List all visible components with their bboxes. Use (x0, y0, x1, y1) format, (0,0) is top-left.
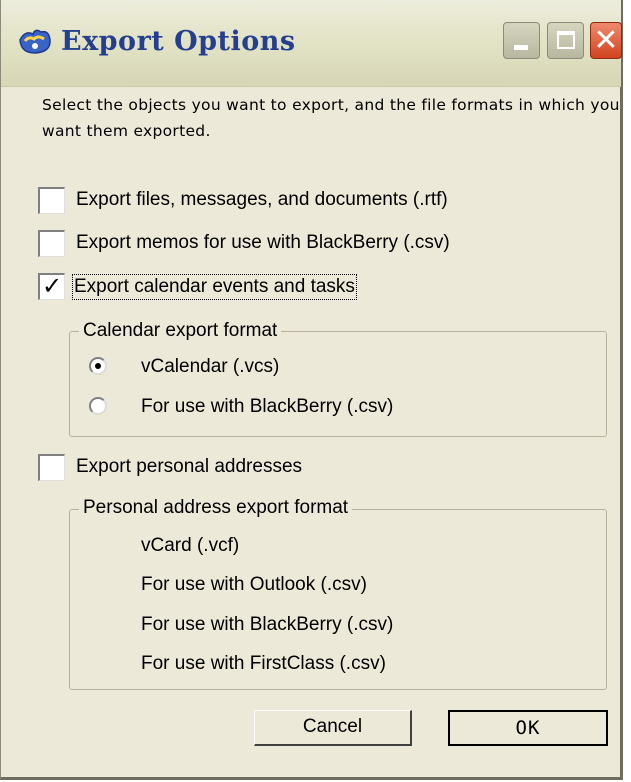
app-icon (19, 29, 51, 54)
address-format-legend: Personal address export format (79, 497, 353, 519)
export-calendar-label[interactable]: Export calendar events and tasks (72, 274, 357, 300)
calendar-blackberry-radio[interactable] (89, 397, 107, 415)
close-button[interactable]: ✕ (590, 22, 622, 59)
minimize-icon (514, 45, 528, 50)
title-bar[interactable]: Export Options ✕ (1, 0, 622, 87)
maximize-icon (557, 31, 575, 49)
address-blackberry-option: For use with BlackBerry (.csv) (141, 614, 394, 635)
export-memos-checkbox[interactable] (38, 230, 65, 257)
vcalendar-radio[interactable] (89, 357, 107, 375)
export-files-label[interactable]: Export files, messages, and documents (.… (76, 189, 448, 211)
vcalendar-label[interactable]: vCalendar (.vcs) (141, 356, 279, 378)
export-options-dialog: Export Options ✕ Select the objects you … (0, 0, 623, 780)
ok-button-label: OK (515, 717, 541, 739)
export-addresses-label[interactable]: Export personal addresses (76, 456, 302, 478)
export-calendar-checkbox[interactable]: ✓ (38, 272, 65, 300)
checkmark-icon: ✓ (42, 272, 63, 300)
radio-selected-dot (95, 363, 101, 369)
outlook-option: For use with Outlook (.csv) (141, 574, 367, 595)
window-title: Export Options (61, 26, 296, 57)
export-addresses-checkbox[interactable] (38, 454, 65, 481)
minimize-button[interactable] (503, 22, 540, 59)
close-icon: ✕ (593, 23, 619, 58)
cancel-button-label: Cancel (302, 716, 363, 737)
maximize-button[interactable] (547, 22, 584, 59)
export-files-checkbox[interactable] (38, 187, 65, 214)
cancel-button[interactable]: Cancel (254, 710, 412, 746)
calendar-format-legend: Calendar export format (79, 320, 282, 342)
export-memos-label[interactable]: Export memos for use with BlackBerry (.c… (76, 232, 450, 254)
calendar-blackberry-label[interactable]: For use with BlackBerry (.csv) (141, 396, 393, 418)
instructions-text: Select the objects you want to export, a… (42, 96, 620, 140)
firstclass-option: For use with FirstClass (.csv) (141, 653, 386, 674)
calendar-format-group (69, 331, 607, 437)
ok-button[interactable]: OK (448, 710, 608, 746)
vcard-option: vCard (.vcf) (141, 535, 240, 556)
